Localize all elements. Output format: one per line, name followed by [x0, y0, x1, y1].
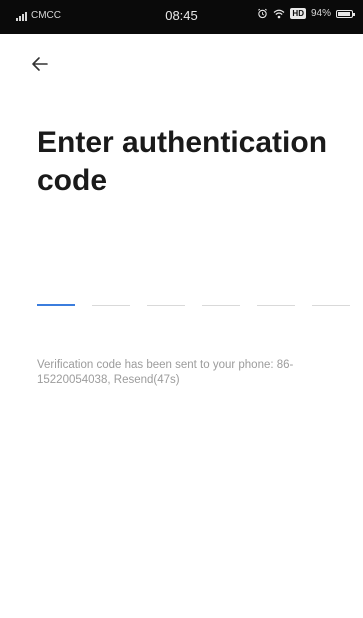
battery-percent: 94% — [310, 8, 331, 19]
code-digit-slot[interactable] — [202, 280, 240, 306]
hd-badge: HD — [290, 8, 306, 19]
screen: CMCC 08:45 HD 94% Enter authentication c… — [0, 0, 363, 618]
code-digit-slot[interactable] — [147, 280, 185, 306]
arrow-left-icon — [32, 57, 48, 71]
page-title: Enter authentication code — [37, 126, 328, 197]
code-digit-slot[interactable] — [92, 280, 130, 306]
back-button[interactable] — [28, 52, 52, 76]
wifi-icon — [274, 9, 285, 18]
battery-icon — [336, 9, 355, 18]
verification-hint: Verification code has been sent to your … — [37, 358, 337, 388]
status-right: HD 94% — [257, 8, 355, 19]
verification-code-input[interactable] — [37, 280, 350, 306]
battery-fill — [338, 11, 350, 16]
code-digit-slot[interactable] — [37, 280, 75, 306]
code-digit-slot[interactable] — [312, 280, 350, 306]
alarm-icon — [258, 8, 268, 19]
code-digit-slot[interactable] — [257, 280, 295, 306]
status-bar: CMCC 08:45 HD 94% — [0, 0, 363, 34]
resend-button[interactable]: Resend(47s) — [114, 374, 180, 386]
